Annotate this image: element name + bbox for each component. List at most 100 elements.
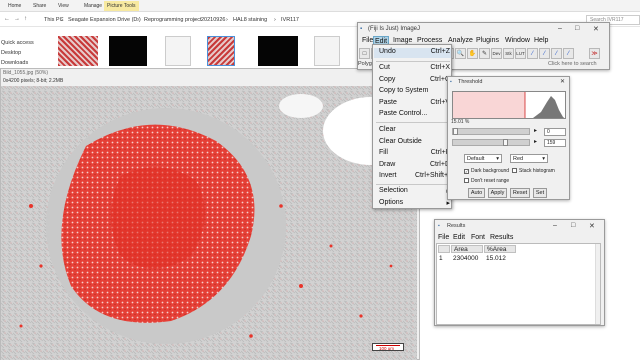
file-thumbnail[interactable] — [109, 36, 147, 66]
breadcrumb-5[interactable]: IVR117 — [281, 17, 299, 23]
close-icon[interactable]: ✕ — [560, 78, 565, 85]
file-thumbnail[interactable] — [314, 36, 340, 66]
explorer-ribbon: Home Share View Manage Picture Tools — [0, 0, 640, 12]
up-icon[interactable]: ↑ — [24, 16, 27, 22]
menu-item-copy-to-system[interactable]: Copy to System — [379, 87, 451, 94]
back-icon[interactable]: ← — [4, 16, 10, 22]
file-thumbnail-selected[interactable] — [207, 36, 235, 66]
dark-background-checkbox[interactable]: ✓ Dark background — [464, 168, 509, 174]
vertical-scrollbar[interactable] — [595, 244, 600, 324]
flood-fill-tool-icon[interactable]: ⁄ — [551, 48, 562, 59]
mode-select[interactable]: Red ▾ — [510, 154, 548, 163]
spray-tool-icon[interactable]: ⁄ — [563, 48, 574, 59]
slider-knob[interactable] — [503, 139, 508, 146]
brush-tool-icon[interactable]: ⁄ — [539, 48, 550, 59]
results-menu-font[interactable]: Font — [471, 234, 485, 241]
breadcrumb-1[interactable]: Seagate Expansion Drive (D:) — [68, 17, 141, 23]
pencil-tool-icon[interactable]: ⁄ — [527, 48, 538, 59]
picture-tools-label: Picture Tools — [104, 1, 139, 11]
slider-arrow-icon[interactable]: ▸ — [534, 138, 537, 145]
menu-item-options[interactable]: Options ▸ — [379, 199, 451, 207]
chevron-down-icon: ▾ — [542, 156, 545, 162]
dropper-tool-icon[interactable]: ✎ — [479, 48, 490, 59]
forward-icon[interactable]: → — [14, 16, 20, 22]
maximize-icon[interactable]: □ — [571, 222, 575, 229]
min-threshold-input[interactable]: 0 — [544, 128, 566, 136]
minimize-icon[interactable]: – — [558, 25, 562, 32]
magnifier-tool-icon[interactable]: 🔍 — [455, 48, 466, 59]
dev-tool-icon[interactable]: Dev — [491, 48, 502, 59]
results-menu-file[interactable]: File — [438, 234, 449, 241]
breadcrumb-4[interactable]: HAL8 staining — [233, 17, 267, 23]
histogram-graphic — [453, 92, 565, 118]
dont-reset-range-checkbox[interactable]: Don't reset range — [464, 178, 509, 184]
image-info: 0x4200 pixels; 8-bit; 2.2MB — [3, 78, 64, 84]
menu-item-selection[interactable]: Selection▸ — [379, 187, 451, 195]
results-menu-results[interactable]: Results — [490, 234, 513, 241]
results-menu-edit[interactable]: Edit — [453, 234, 465, 241]
chevron-down-icon: ▾ — [496, 156, 499, 162]
nav-item-downloads[interactable]: Downloads — [1, 60, 28, 66]
maximize-icon[interactable]: □ — [575, 25, 579, 32]
menu-item-draw[interactable]: Draw Ctrl+D — [379, 161, 451, 168]
breadcrumb-3[interactable]: 20210926 — [201, 17, 225, 23]
tab-home[interactable]: Home — [8, 3, 21, 9]
threshold-histogram — [452, 91, 566, 119]
file-thumbnail[interactable] — [165, 36, 191, 66]
minimize-icon[interactable]: – — [553, 222, 557, 229]
results-table[interactable]: Area %Area 1 2304000 15.012 — [436, 243, 601, 325]
breadcrumb-2[interactable]: Reprogramming project — [144, 17, 201, 23]
menu-item-paste[interactable]: Paste Ctrl+V — [379, 99, 451, 106]
menu-item-cut[interactable]: Cut Ctrl+X — [379, 64, 451, 71]
column-header-percent-area[interactable]: %Area — [484, 245, 516, 253]
edit-menu-dropdown: Undo Ctrl+Z Cut Ctrl+X Copy Ctrl+C Copy to … — [372, 44, 452, 209]
file-thumbnail[interactable] — [58, 36, 98, 66]
menu-item-copy[interactable]: Copy Ctrl+C — [379, 76, 451, 83]
column-header[interactable] — [438, 245, 450, 253]
image-canvas[interactable] — [1, 86, 417, 360]
stack-tool-icon[interactable]: Stk — [503, 48, 514, 59]
close-icon[interactable]: ✕ — [589, 222, 595, 230]
rectangle-tool-icon[interactable]: □ — [359, 48, 370, 59]
tab-share[interactable]: Share — [33, 3, 46, 9]
hand-tool-icon[interactable]: ✋ — [467, 48, 478, 59]
lut-tool-icon[interactable]: LUT — [515, 48, 526, 59]
slider-arrow-icon[interactable]: ▸ — [534, 127, 537, 134]
auto-button[interactable]: Auto — [468, 188, 485, 198]
nav-item-quick-access[interactable]: Quick access — [1, 40, 34, 46]
menu-separator — [376, 122, 450, 123]
apply-button[interactable]: Apply — [488, 188, 507, 198]
search-bar[interactable]: Click here to search — [548, 61, 597, 67]
stack-histogram-checkbox[interactable]: Stack histogram — [512, 168, 555, 174]
tab-manage[interactable]: Manage — [84, 3, 102, 9]
method-select[interactable]: Default ▾ — [464, 154, 502, 163]
slider-knob[interactable] — [453, 128, 458, 135]
max-threshold-slider[interactable] — [452, 139, 530, 146]
image-window: Bild_1055.jpg (50%) 0x4200 pixels; 8-bit… — [0, 68, 420, 360]
nav-pane: Quick access Desktop Downloads — [0, 28, 55, 68]
close-icon[interactable]: ✕ — [593, 25, 599, 33]
max-threshold-input[interactable]: 159 — [544, 139, 566, 147]
image-window-title: Bild_1055.jpg (50%) — [3, 70, 49, 76]
menu-item-paste-control[interactable]: Paste Control... — [379, 110, 451, 117]
menu-window[interactable]: Window — [504, 36, 531, 46]
column-header-area[interactable]: Area — [451, 245, 483, 253]
file-thumbnail[interactable] — [258, 36, 298, 66]
tissue-image — [1, 86, 417, 360]
tab-view[interactable]: View — [58, 3, 69, 9]
nav-item-desktop[interactable]: Desktop — [1, 50, 21, 56]
menu-item-undo[interactable]: Undo Ctrl+Z — [379, 48, 451, 55]
set-button[interactable]: Set — [533, 188, 547, 198]
menu-separator — [376, 61, 450, 62]
menu-help[interactable]: Help — [533, 36, 549, 46]
menu-item-invert[interactable]: Invert Ctrl+Shift+I — [379, 172, 451, 179]
more-tools-icon[interactable]: ≫ — [589, 48, 600, 59]
results-window: ▪ Results – □ ✕ File Edit Font Results A… — [434, 219, 605, 326]
menu-item-clear-outside[interactable]: Clear Outside — [379, 138, 451, 145]
menu-item-clear[interactable]: Clear — [379, 126, 451, 133]
min-threshold-slider[interactable] — [452, 128, 530, 135]
menu-item-fill[interactable]: Fill Ctrl+F — [379, 149, 451, 156]
imagej-title: (Fiji Is Just) ImageJ — [368, 26, 421, 32]
reset-button[interactable]: Reset — [510, 188, 530, 198]
menu-plugins[interactable]: Plugins — [475, 36, 500, 46]
